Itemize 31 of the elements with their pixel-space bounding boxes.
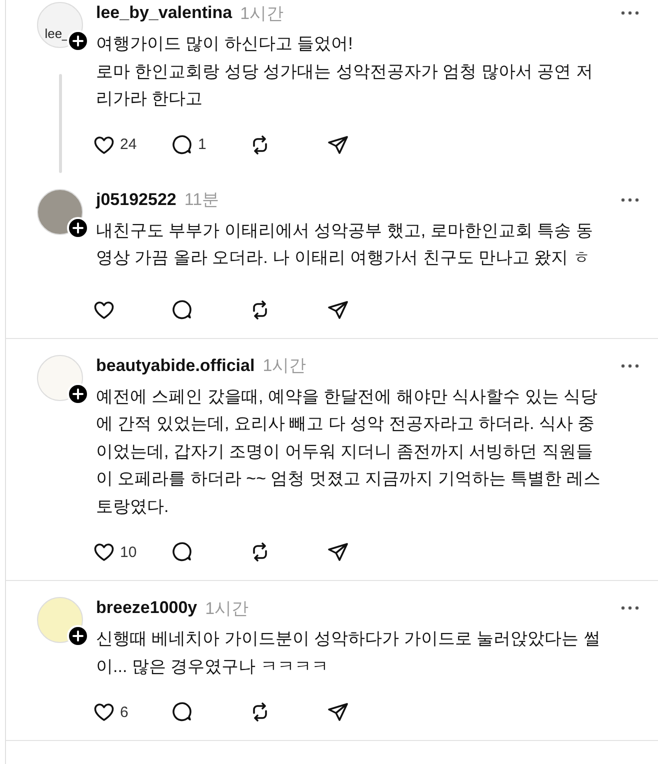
reply-count: 1	[198, 136, 206, 153]
follow-plus-icon[interactable]	[67, 625, 89, 647]
post-text: 내친구도 부부가 이태리에서 성악공부 했고, 로마한인교회 특송 동영상 가끔 올라 오더라. 나 이태리 여행가서 친구도 만나고 왔지 ㅎ	[96, 220, 594, 269]
username[interactable]: j05192522	[96, 190, 176, 210]
username[interactable]: lee_by_valentina	[96, 3, 232, 23]
post-time: 1시간	[262, 355, 306, 377]
more-options-icon[interactable]	[621, 606, 639, 610]
post-time: 11분	[184, 189, 220, 211]
more-options-icon[interactable]	[621, 364, 639, 368]
avatar-alt-text: lee_	[44, 26, 70, 41]
post-text: 예전에 스페인 갔을때, 예약을 한달전에 해야만 식사할수 있는 식당에 간적 있었는데, 요리사 빼고 다 성악 전공자라고 하더라. 식사 중이었는데, 갑자기 조명이 어두워 지더니 좀전까지 서빙하던 직원들이 오페라를 하더라 ~~ 엄청 멋졌고 지금까지 기억하는 특별한 레스토랑였다.	[96, 386, 602, 518]
more-options-icon[interactable]	[621, 198, 639, 202]
post-time: 1시간	[205, 598, 249, 620]
post-text: 신행때 베네치아 가이드분이 성악하다가 가이드로 눌러앉았다는 썰이... 많은 경우였구나 ㅋㅋㅋㅋ	[96, 628, 602, 678]
share-icon[interactable]	[326, 700, 350, 724]
more-options-icon[interactable]	[621, 11, 639, 15]
comment-icon[interactable]	[170, 540, 194, 564]
follow-plus-icon[interactable]	[67, 382, 89, 404]
post-text: 여행가이드 많이 하신다고 들었어! 로마 한인교회랑 성당 성가대는 성악전공자가 엄청 많아서 공연 저리가라 한다고	[96, 33, 594, 110]
comment-icon[interactable]	[170, 298, 194, 322]
username[interactable]: beautyabide.official	[96, 356, 255, 376]
post-time: 1시간	[240, 2, 284, 24]
like-count: 10	[120, 544, 137, 560]
username[interactable]: breeze1000y	[96, 598, 198, 618]
like-count: 24	[120, 136, 137, 153]
follow-plus-icon[interactable]	[67, 30, 89, 52]
like-count: 6	[120, 704, 128, 720]
share-icon[interactable]	[326, 540, 350, 564]
comment-icon[interactable]	[170, 700, 194, 724]
follow-plus-icon[interactable]	[67, 216, 89, 238]
comment-icon[interactable]	[170, 132, 194, 156]
